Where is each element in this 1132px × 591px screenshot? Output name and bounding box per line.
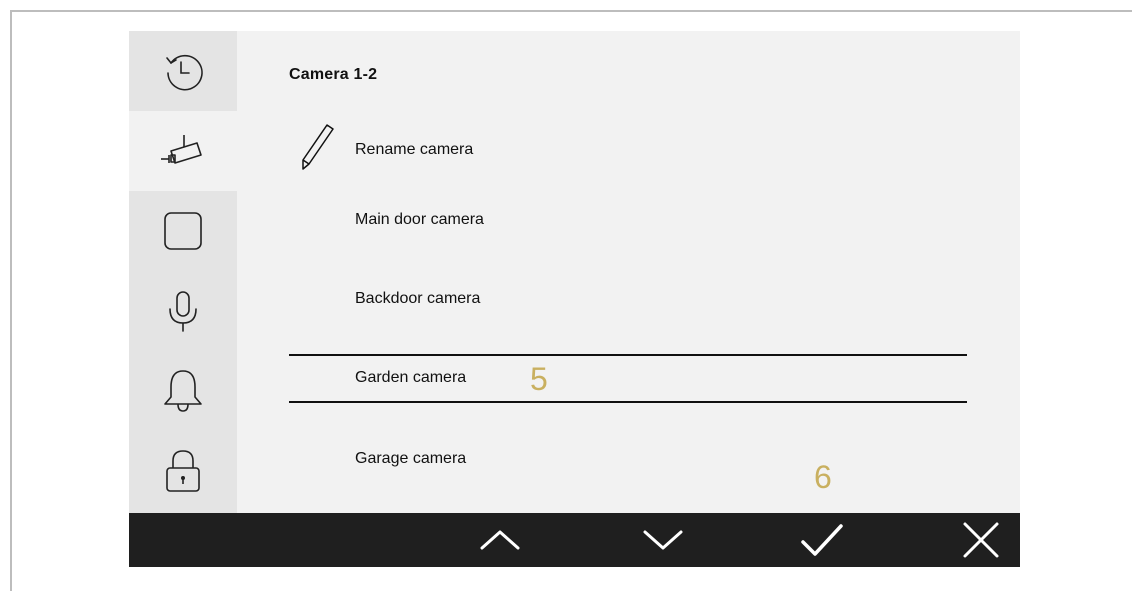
sidebar-item-microphone[interactable]	[129, 271, 237, 351]
sidebar-item-history[interactable]	[129, 31, 237, 111]
camera-item-garage[interactable]: Garage camera	[355, 450, 466, 468]
sidebar-item-square[interactable]	[129, 191, 237, 271]
rename-camera-button[interactable]: Rename camera	[355, 141, 473, 159]
camera-item-garden[interactable]: Garden camera	[355, 369, 466, 387]
frame-left-border	[10, 10, 12, 591]
close-button[interactable]	[951, 513, 1011, 567]
sidebar-item-lock[interactable]	[129, 431, 237, 511]
checkmark-icon	[801, 524, 843, 556]
frame-top-border	[10, 10, 1132, 12]
device-screen: Camera 1-2 Rename camera Main door camer…	[129, 31, 1020, 567]
callout-number-6: 6	[814, 459, 832, 495]
callout-number-5: 5	[530, 361, 548, 397]
camera-item-backdoor[interactable]: Backdoor camera	[355, 290, 480, 308]
bell-icon	[164, 370, 202, 412]
lock-icon	[166, 450, 200, 492]
sidebar	[129, 31, 237, 513]
confirm-button[interactable]	[792, 513, 852, 567]
sidebar-item-bell[interactable]	[129, 351, 237, 431]
selection-top-line	[289, 354, 967, 356]
pencil-icon[interactable]	[299, 123, 335, 171]
microphone-icon	[169, 291, 197, 332]
page-title: Camera 1-2	[289, 66, 378, 83]
square-icon	[164, 212, 202, 250]
camera-icon	[161, 135, 202, 164]
close-icon	[963, 522, 999, 558]
bottom-action-bar	[129, 513, 1020, 567]
sidebar-item-camera[interactable]	[129, 111, 237, 191]
chevron-up-icon	[480, 530, 520, 550]
camera-item-main-door[interactable]: Main door camera	[355, 211, 484, 229]
scroll-down-button[interactable]	[633, 513, 693, 567]
chevron-down-icon	[643, 530, 683, 550]
scroll-up-button[interactable]	[470, 513, 530, 567]
camera-list-panel: Camera 1-2 Rename camera Main door camer…	[289, 31, 989, 513]
selection-bottom-line	[289, 401, 967, 403]
history-icon	[166, 54, 203, 91]
